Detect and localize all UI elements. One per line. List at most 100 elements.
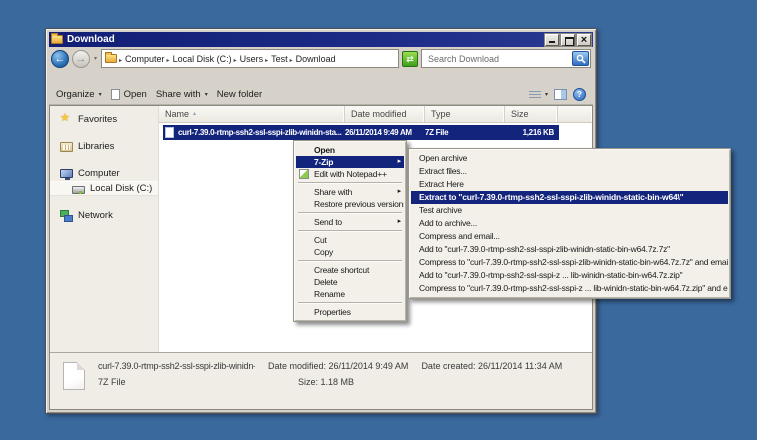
file-row-selected[interactable]: curl-7.39.0-rtmp-ssh2-ssl-sspi-zlib-wini… <box>163 125 559 140</box>
file-name: curl-7.39.0-rtmp-ssh2-ssl-sspi-zlib-wini… <box>178 128 342 137</box>
search-icon <box>576 54 586 64</box>
submenu-compress-to-7z-and-email[interactable]: Compress to "curl-7.39.0-rtmp-ssh2-ssl-s… <box>411 256 728 269</box>
column-header-size[interactable]: Size <box>505 106 558 122</box>
minimize-button[interactable] <box>545 34 559 46</box>
context-menu-item[interactable] <box>298 230 402 232</box>
menu-item-icon <box>299 157 309 167</box>
submenu-add-to-archive[interactable]: Add to archive... <box>411 217 728 230</box>
file-icon <box>165 127 174 138</box>
submenu-arrow-icon <box>398 216 401 228</box>
breadcrumb-item-test[interactable]: Test <box>265 54 288 64</box>
breadcrumb-item-local-disk-c[interactable]: Local Disk (C:) <box>167 54 232 64</box>
file-icon <box>111 89 120 100</box>
file-large-icon <box>63 362 85 390</box>
refresh-button[interactable]: ⇄ <box>402 51 418 67</box>
context-menu-send-to[interactable]: Send to <box>296 216 404 228</box>
submenu-arrow-icon <box>398 186 401 198</box>
column-header-name[interactable]: Name <box>159 106 345 122</box>
sidebar-item-icon <box>60 114 73 125</box>
context-menu-item[interactable] <box>298 260 402 262</box>
breadcrumb-folder-icon <box>105 54 117 63</box>
breadcrumb-item-download[interactable]: Download <box>290 54 336 64</box>
address-bar: ← → ▾ Computer Local Disk (C:) Users Tes… <box>49 47 593 70</box>
menu-item-icon <box>299 217 309 227</box>
column-header-date-modified[interactable]: Date modified <box>345 106 425 122</box>
submenu-test-archive[interactable]: Test archive <box>411 204 728 217</box>
breadcrumb-item-computer[interactable]: Computer <box>119 54 165 64</box>
context-menu-create-shortcut[interactable]: Create shortcut <box>296 264 404 276</box>
submenu-add-to-7z[interactable]: Add to "curl-7.39.0-rtmp-ssh2-ssl-sspi-z… <box>411 243 728 256</box>
breadcrumb-separator-icon[interactable] <box>290 54 293 64</box>
menu-item-icon <box>299 187 309 197</box>
menu-item-icon <box>299 265 309 275</box>
submenu-open-archive[interactable]: Open archive <box>411 152 728 165</box>
column-header-filler[interactable] <box>558 106 592 122</box>
preview-pane-button[interactable] <box>554 89 567 100</box>
context-menu-item[interactable] <box>298 302 402 304</box>
submenu-extract-here[interactable]: Extract Here <box>411 178 728 191</box>
search-input[interactable]: Search Download <box>421 49 591 68</box>
context-menu-rename[interactable]: Rename <box>296 288 404 300</box>
new-folder-button[interactable]: New folder <box>217 89 262 100</box>
submenu-arrow-icon <box>398 156 401 168</box>
share-with-button[interactable]: Share with ▾ <box>156 89 208 100</box>
sidebar-item-favorites[interactable]: Favorites <box>50 112 158 127</box>
sort-ascending-icon <box>193 109 196 119</box>
breadcrumb-item-users[interactable]: Users <box>234 54 264 64</box>
back-button[interactable]: ← <box>51 50 69 68</box>
breadcrumb[interactable]: Computer Local Disk (C:) Users Test Down… <box>101 49 399 68</box>
context-menu-restore-previous-versions[interactable]: Restore previous versions <box>296 198 404 210</box>
context-menu-copy[interactable]: Copy <box>296 246 404 258</box>
sidebar-item-icon <box>60 210 73 221</box>
sidebar-item-computer[interactable]: Computer <box>50 166 158 181</box>
command-toolbar: Organize ▾ Open Share with ▾ New folder … <box>49 85 593 105</box>
context-menu-delete[interactable]: Delete <box>296 276 404 288</box>
organize-button[interactable]: Organize ▾ <box>56 89 102 100</box>
change-view-button[interactable]: ▾ <box>529 91 548 98</box>
submenu-extract-files[interactable]: Extract files... <box>411 165 728 178</box>
title-bar[interactable]: Download <box>49 32 593 47</box>
context-menu-open[interactable]: Open <box>296 144 404 156</box>
menu-item-icon <box>299 169 309 179</box>
menu-item-icon <box>299 289 309 299</box>
chevron-down-icon: ▾ <box>545 91 548 98</box>
context-menu-item[interactable] <box>298 212 402 214</box>
search-placeholder: Search Download <box>428 54 499 64</box>
details-size: Size: 1.18 MB <box>298 377 408 387</box>
context-menu-edit-with-notepadpp[interactable]: Edit with Notepad++ <box>296 168 404 180</box>
breadcrumb-separator-icon[interactable] <box>119 54 122 64</box>
sidebar-item-local-disk-c[interactable]: Local Disk (C:) <box>50 181 158 196</box>
navigation-pane: Favorites Libraries Computer Local Disk … <box>50 106 159 352</box>
menu-item-icon <box>299 307 309 317</box>
sidebar-item-icon <box>72 186 85 194</box>
details-pane: curl-7.39.0-rtmp-ssh2-ssl-sspi-zlib-wini… <box>50 352 592 409</box>
close-button[interactable] <box>577 34 591 46</box>
breadcrumb-separator-icon[interactable] <box>265 54 268 64</box>
breadcrumb-separator-icon[interactable] <box>234 54 237 64</box>
submenu-add-to-zip[interactable]: Add to "curl-7.39.0-rtmp-ssh2-ssl-sspi-z… <box>411 269 728 282</box>
details-date-created: Date created: 26/11/2014 11:34 AM <box>421 361 562 371</box>
7zip-submenu: Open archive Extract files... Extract He… <box>408 148 731 299</box>
context-menu-share-with[interactable]: Share with <box>296 186 404 198</box>
sidebar-item-network[interactable]: Network <box>50 208 158 223</box>
submenu-compress-to-zip-and-email[interactable]: Compress to "curl-7.39.0-rtmp-ssh2-ssl-s… <box>411 282 728 295</box>
help-button[interactable]: ? <box>573 88 586 101</box>
menu-bar <box>49 70 593 85</box>
context-menu-cut[interactable]: Cut <box>296 234 404 246</box>
chevron-down-icon: ▾ <box>99 91 102 98</box>
column-header-type[interactable]: Type <box>425 106 505 122</box>
file-date-modified: 26/11/2014 9:49 AM <box>345 128 425 137</box>
context-menu-item[interactable] <box>298 182 402 184</box>
maximize-button[interactable] <box>561 34 575 46</box>
submenu-compress-and-email[interactable]: Compress and email... <box>411 230 728 243</box>
context-menu-properties[interactable]: Properties <box>296 306 404 318</box>
search-button[interactable] <box>572 51 589 66</box>
open-button[interactable]: Open <box>111 89 147 100</box>
forward-button[interactable]: → <box>72 50 90 68</box>
submenu-extract-to-folder[interactable]: Extract to "curl-7.39.0-rtmp-ssh2-ssl-ss… <box>411 191 728 204</box>
breadcrumb-separator-icon[interactable] <box>167 54 170 64</box>
context-menu-7zip[interactable]: 7-Zip <box>296 156 404 168</box>
recent-pages-dropdown-icon[interactable]: ▾ <box>93 55 98 62</box>
file-type: 7Z File <box>425 128 503 137</box>
sidebar-item-libraries[interactable]: Libraries <box>50 139 158 154</box>
